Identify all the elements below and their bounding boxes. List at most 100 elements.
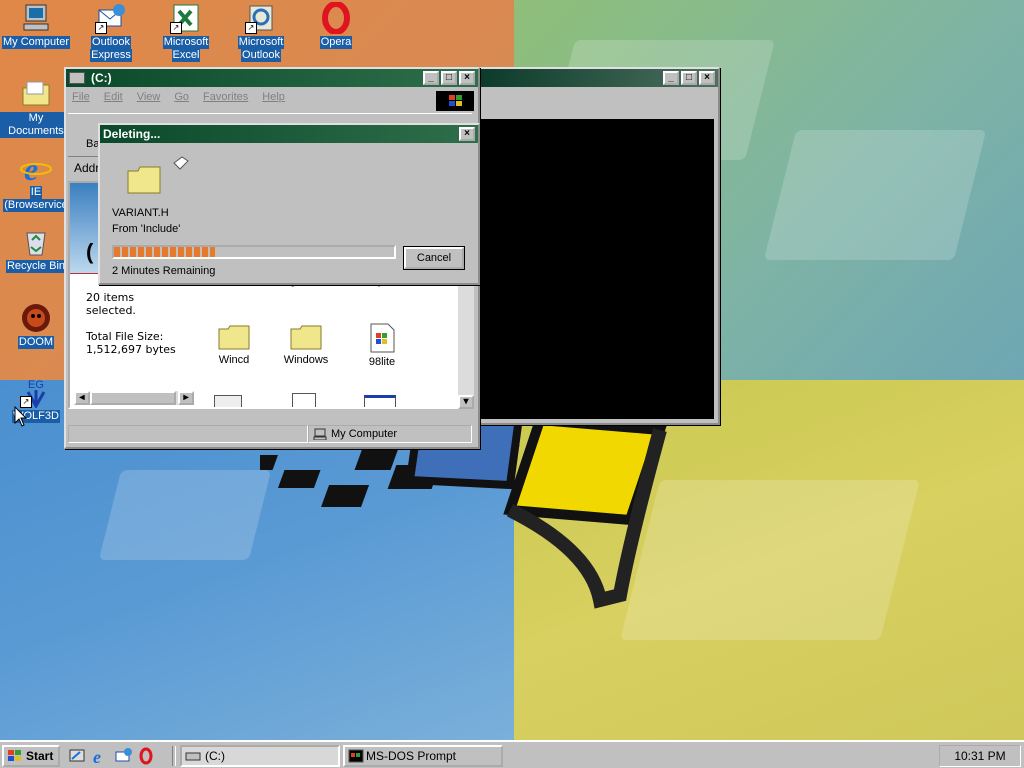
task-button-msdos-prompt[interactable]: MS-DOS Prompt <box>343 745 503 767</box>
divider <box>70 273 98 274</box>
desktop-icon-label: Excel <box>171 49 201 62</box>
time-remaining: 2 Minutes Remaining <box>112 265 216 277</box>
desktop-icon-microsoft-excel[interactable]: ↗ Microsoft Excel <box>150 2 222 62</box>
start-label: Start <box>26 749 54 763</box>
desktop-icon-recycle-bin[interactable]: Recycle Bin <box>0 226 72 273</box>
desktop-icon-label: Outlook <box>241 49 281 62</box>
desktop-icon-label: Microsoft <box>237 36 285 49</box>
file-item-partial[interactable] <box>364 395 396 407</box>
horizontal-scrollbar[interactable]: ◂ ▸ <box>74 391 194 405</box>
outlook-express-icon[interactable] <box>114 747 132 765</box>
status-pane-right: My Computer <box>308 425 472 443</box>
status-location: My Computer <box>331 428 398 440</box>
mouse-cursor-icon <box>14 406 28 427</box>
svg-text:e: e <box>24 152 38 184</box>
svg-text:e: e <box>93 747 101 765</box>
ie-icon: e <box>20 151 52 187</box>
desktop-icon-label: DOOM <box>17 336 55 349</box>
desktop-icon-microsoft-outlook[interactable]: ↗ Microsoft Outlook <box>225 2 297 62</box>
total-size-label: Total File Size: <box>86 330 164 343</box>
desktop-icon-label: Opera <box>319 36 353 49</box>
task-label: (C:) <box>205 749 225 763</box>
start-button[interactable]: Start <box>2 745 60 767</box>
file-item[interactable]: 98lite <box>352 323 412 368</box>
menu-edit[interactable]: Edit <box>104 91 123 103</box>
taskbar: Start e (C:) MS-DOS Prompt 10:31 PM <box>0 740 1024 768</box>
file-name: Wincd <box>218 354 250 366</box>
cancel-button[interactable]: Cancel <box>403 246 465 270</box>
desktop-icon-label: (Browservice <box>3 199 69 212</box>
file-name: Windows <box>283 354 329 366</box>
status-bar: My Computer <box>68 425 472 443</box>
opera-icon <box>320 1 352 35</box>
shortcut-arrow-icon: ↗ <box>245 22 257 34</box>
shortcut-arrow-icon: ↗ <box>170 22 182 34</box>
file-item[interactable]: Wincd <box>204 323 264 366</box>
show-desktop-icon[interactable] <box>68 747 86 765</box>
minimize-button[interactable]: _ <box>423 71 439 85</box>
desktop-icon-label: IE <box>29 186 43 199</box>
wolf3d-icon: EG ↗ <box>20 376 52 410</box>
desktop-icon-wolf3d[interactable]: EG ↗ WOLF3D <box>0 376 72 423</box>
msdos-prompt-window[interactable]: _ □ × <box>474 67 720 425</box>
task-label: MS-DOS Prompt <box>366 749 457 763</box>
system-clock[interactable]: 10:31 PM <box>939 745 1021 767</box>
progress-fill <box>114 247 215 257</box>
msdos-titlebar[interactable]: _ □ × <box>476 69 718 87</box>
wallpaper-pane <box>98 470 272 560</box>
selection-info: 20 items selected. Total File Size: 1,51… <box>86 291 176 356</box>
file-item-partial[interactable] <box>292 393 316 407</box>
menu-go[interactable]: Go <box>174 91 189 103</box>
desktop-icon-my-documents[interactable]: My Documents <box>0 78 72 138</box>
scroll-right-button[interactable]: ▸ <box>178 391 194 405</box>
quick-launch: e <box>68 745 155 767</box>
desktop-icon-doom[interactable]: DOOM <box>0 302 72 349</box>
folder-icon <box>20 78 52 110</box>
desktop-icon-opera[interactable]: Opera <box>300 1 372 49</box>
desktop-icon-ie[interactable]: e IE (Browservice <box>0 151 72 212</box>
menu-view[interactable]: View <box>137 91 161 103</box>
desktop-icon-label: Recycle Bin <box>5 260 67 273</box>
desktop-icon-label: My Computer <box>1 36 71 49</box>
close-button[interactable]: × <box>459 71 475 85</box>
explorer-titlebar[interactable]: (C:) _ □ × <box>66 69 478 87</box>
scroll-thumb[interactable] <box>90 391 176 405</box>
msdos-icon <box>348 749 364 763</box>
window-title: (C:) <box>91 71 112 85</box>
msdos-console[interactable] <box>480 119 714 419</box>
menu-favorites[interactable]: Favorites <box>203 91 248 103</box>
dialog-titlebar[interactable]: Deleting... × <box>100 125 478 143</box>
file-item-partial[interactable] <box>214 395 242 407</box>
status-pane-left <box>68 425 308 443</box>
recycle-bin-icon <box>20 226 52 258</box>
menu-help[interactable]: Help <box>262 91 285 103</box>
folder-icon <box>218 325 250 350</box>
wallpaper-pane <box>763 130 987 260</box>
my-computer-icon <box>20 2 52 34</box>
minimize-button[interactable]: _ <box>663 71 679 85</box>
ie-icon[interactable]: e <box>91 747 109 765</box>
opera-icon[interactable] <box>137 747 155 765</box>
outlook-express-icon: ↗ <box>95 2 127 34</box>
desktop-icon-outlook-express[interactable]: ↗ Outlook Express <box>75 2 147 62</box>
scroll-left-button[interactable]: ◂ <box>74 391 90 405</box>
windows-logo-icon <box>8 750 21 761</box>
maximize-button[interactable]: □ <box>441 71 457 85</box>
menu-file[interactable]: File <box>72 91 90 103</box>
file-item[interactable]: Windows <box>276 323 336 366</box>
my-computer-icon <box>313 428 327 440</box>
close-button[interactable]: × <box>459 127 475 141</box>
scroll-down-button[interactable]: ▾ <box>458 395 474 409</box>
desktop-icon-my-computer[interactable]: My Computer <box>0 2 72 49</box>
folder-icon <box>290 325 322 350</box>
selected-count: 20 items selected. <box>86 291 136 317</box>
outlook-icon: ↗ <box>245 2 277 34</box>
task-button-c-drive[interactable]: (C:) <box>180 745 340 767</box>
deleting-dialog[interactable]: Deleting... × VARIANT.H From 'Include' 2… <box>98 123 480 285</box>
drive-icon <box>69 72 85 84</box>
close-button[interactable]: × <box>699 71 715 85</box>
drive-icon <box>185 752 201 761</box>
folder-icon <box>127 166 161 194</box>
maximize-button[interactable]: □ <box>681 71 697 85</box>
menu-bar: File Edit View Go Favorites Help <box>66 87 478 107</box>
